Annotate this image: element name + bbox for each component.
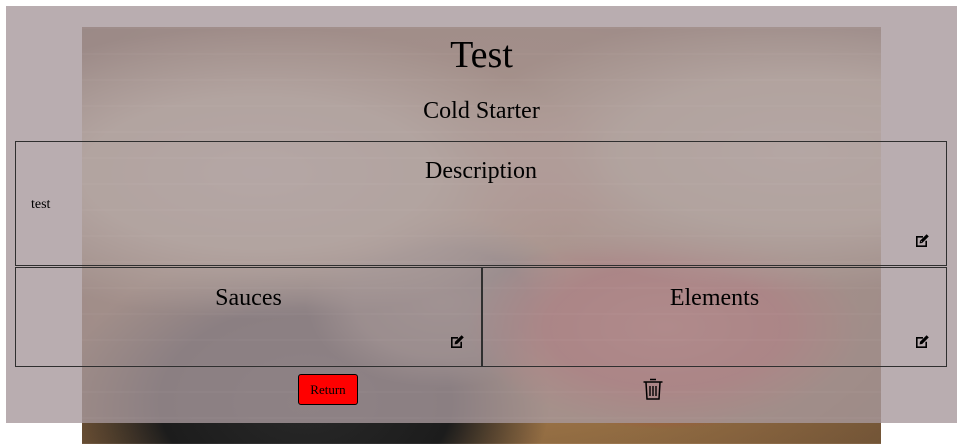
dish-category: Cold Starter <box>423 98 540 124</box>
edit-description-icon[interactable] <box>914 233 930 249</box>
edit-elements-icon[interactable] <box>914 334 930 350</box>
elements-heading: Elements <box>669 285 760 311</box>
edit-sauces-icon[interactable] <box>449 334 465 350</box>
sauces-panel: Sauces <box>15 267 482 367</box>
description-heading: Description <box>425 158 537 184</box>
description-text: test <box>31 197 51 212</box>
elements-panel: Elements <box>482 267 947 367</box>
dish-title: Test <box>450 34 513 76</box>
return-button[interactable]: Return <box>298 374 358 405</box>
description-panel: Description test <box>15 141 947 266</box>
sauces-heading: Sauces <box>215 285 282 311</box>
trash-icon[interactable] <box>642 377 664 401</box>
